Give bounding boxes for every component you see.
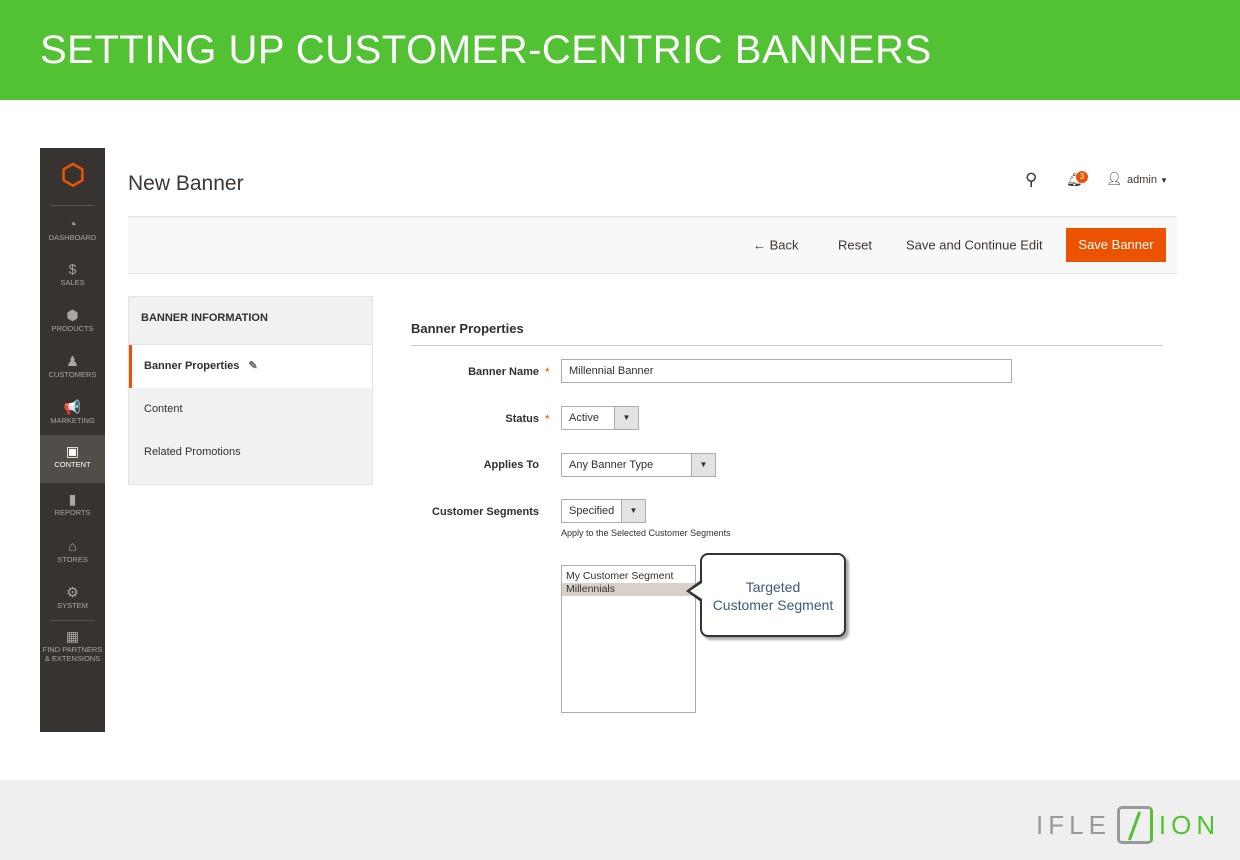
box-icon: ⬢ xyxy=(66,307,79,323)
divider xyxy=(50,620,95,621)
chevron-down-icon: ▼ xyxy=(1160,176,1168,185)
sidebar-item-sales[interactable]: $ SALES xyxy=(40,261,105,307)
tab-content[interactable]: Content xyxy=(129,388,372,431)
sidebar-item-stores[interactable]: ⌂ STORES xyxy=(40,538,105,584)
segment-multiselect[interactable]: My Customer Segment Millennials xyxy=(561,565,696,713)
banner-info-nav: BANNER INFORMATION Banner Properties ✎ C… xyxy=(128,296,373,485)
sidebar-label: FIND PARTNERS & EXTENSIONS xyxy=(42,645,103,663)
person-icon: ♟ xyxy=(66,353,79,369)
sidebar-label: PRODUCTS xyxy=(51,324,94,333)
pencil-icon: ✎ xyxy=(248,360,258,372)
sidebar-item-content[interactable]: ▣ CONTENT xyxy=(40,435,105,483)
callout-line: Customer Segment xyxy=(712,597,834,613)
reset-button[interactable]: Reset xyxy=(838,238,872,253)
blocks-icon: ▦ xyxy=(65,628,80,644)
divider xyxy=(411,345,1163,346)
segment-option-selected[interactable]: Millennials xyxy=(562,583,695,596)
bar-chart-icon: ▮ xyxy=(68,491,77,507)
chevron-down-icon: ▼ xyxy=(621,500,645,522)
sidebar-label: REPORTS xyxy=(54,508,91,517)
applies-value: Any Banner Type xyxy=(569,459,654,471)
sidebar-item-system[interactable]: ⚙ SYSTEM xyxy=(40,584,105,630)
customer-segments-select[interactable]: Specified ▼ xyxy=(561,499,646,523)
dollar-icon: $ xyxy=(68,261,77,277)
title-banner: SETTING UP CUSTOMER-CENTRIC BANNERS xyxy=(0,0,1240,100)
applies-to-select[interactable]: Any Banner Type ▼ xyxy=(561,453,716,477)
layout-icon: ▣ xyxy=(65,443,80,459)
tab-label: Banner Properties xyxy=(144,360,240,372)
search-icon[interactable]: ⚲ xyxy=(1025,170,1037,190)
sidebar-label: STORES xyxy=(57,555,88,564)
save-continue-button[interactable]: Save and Continue Edit xyxy=(906,238,1043,253)
sidebar-item-partners[interactable]: ▦ FIND PARTNERS & EXTENSIONS xyxy=(40,628,105,674)
nav-header: BANNER INFORMATION xyxy=(129,297,372,345)
magento-logo-icon[interactable]: ⬡ xyxy=(59,158,87,190)
tab-related-promotions[interactable]: Related Promotions xyxy=(129,431,372,474)
required-marker: * xyxy=(545,365,550,379)
page-title: New Banner xyxy=(128,172,244,195)
sidebar-label: DASHBOARD xyxy=(48,233,97,242)
segments-value: Specified xyxy=(569,505,615,517)
callout-pointer-fill xyxy=(690,583,702,599)
divider xyxy=(50,205,95,206)
tab-banner-properties[interactable]: Banner Properties ✎ xyxy=(129,345,372,388)
gear-icon: ⚙ xyxy=(66,584,79,600)
banner-heading: SETTING UP CUSTOMER-CENTRIC BANNERS xyxy=(40,28,932,72)
sidebar-label: SYSTEM xyxy=(57,601,88,610)
megaphone-icon: 📢 xyxy=(63,399,82,415)
banner-name-input[interactable]: Millennial Banner xyxy=(561,359,1012,383)
status-select[interactable]: Active ▼ xyxy=(561,406,639,430)
status-label: Status xyxy=(505,413,539,425)
sidebar-label: CONTENT xyxy=(54,460,91,469)
save-banner-button[interactable]: Save Banner xyxy=(1066,228,1166,262)
sidebar-item-dashboard[interactable]: ◔ DASHBOARD xyxy=(40,216,105,262)
applies-to-label: Applies To xyxy=(483,459,539,471)
banner-name-label: Banner Name xyxy=(468,366,539,378)
segment-option[interactable]: My Customer Segment xyxy=(562,570,695,583)
sidebar-item-products[interactable]: ⬢ PRODUCTS xyxy=(40,307,105,353)
sidebar-label: SALES xyxy=(60,278,85,287)
required-marker: * xyxy=(545,412,550,426)
callout: Targeted Customer Segment xyxy=(700,553,846,637)
chevron-down-icon: ▼ xyxy=(614,407,638,429)
sidebar-item-customers[interactable]: ♟ CUSTOMERS xyxy=(40,353,105,399)
dashboard-icon: ◔ xyxy=(68,216,77,232)
segments-note: Apply to the Selected Customer Segments xyxy=(561,528,731,538)
notification-badge: 3 xyxy=(1076,171,1088,183)
sidebar-label: MARKETING xyxy=(50,416,95,425)
admin-sidebar: ⬡ ◔ DASHBOARD $ SALES ⬢ PRODUCTS ♟ CUSTOMERS… xyxy=(40,148,105,732)
status-value: Active xyxy=(569,412,599,424)
section-title: Banner Properties xyxy=(411,321,524,336)
sidebar-label: CUSTOMERS xyxy=(48,370,97,379)
callout-line: Targeted xyxy=(745,579,801,595)
chevron-down-icon: ▼ xyxy=(691,454,715,476)
username: admin xyxy=(1127,174,1157,186)
iflexion-logo: IFLE ION xyxy=(1036,806,1220,844)
store-icon: ⌂ xyxy=(68,538,77,554)
back-button[interactable]: ← Back xyxy=(753,238,799,253)
user-icon: 👤︎ xyxy=(1106,171,1123,186)
sidebar-item-reports[interactable]: ▮ REPORTS xyxy=(40,491,105,537)
customer-segments-label: Customer Segments xyxy=(432,506,539,518)
user-menu[interactable]: admin ▼ xyxy=(1127,174,1168,186)
